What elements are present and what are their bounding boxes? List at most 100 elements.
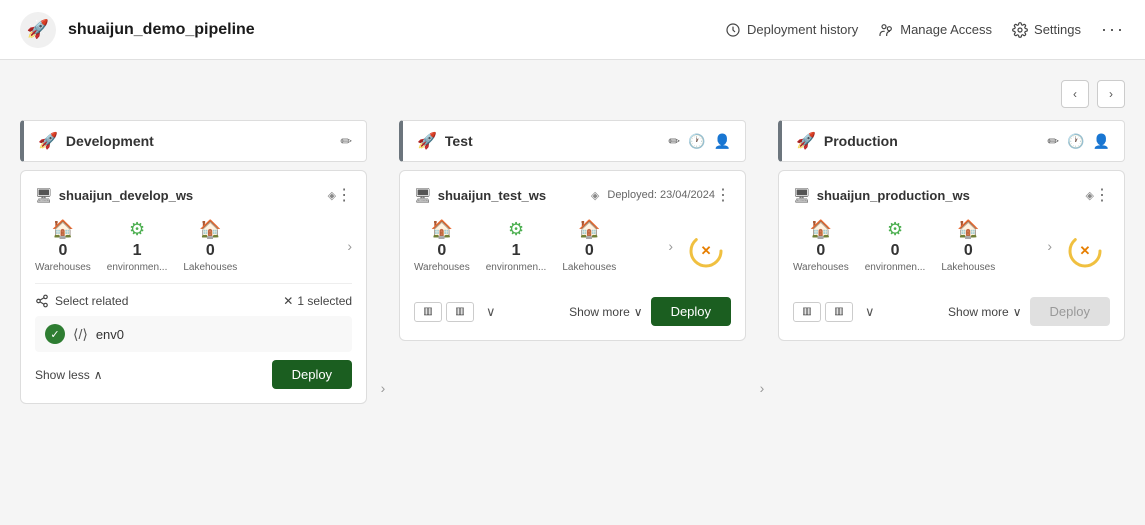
clock-icon [725,22,741,38]
develop-warehouses-stat: 🏠 0 Warehouses [35,219,91,273]
production-warehouses-stat: 🏠 0 Warehouses [793,219,849,273]
test-environments-count: 1 [512,242,521,260]
test-warehouse-icon: 🏠 [431,219,453,240]
develop-lakehouses-count: 0 [206,242,215,260]
deployment-history-button[interactable]: Deployment history [725,22,858,38]
test-diff-box-1: ▥ [414,302,442,322]
production-ws-header: 🖥 shuaijun_production_ws ◈ ⋮ [793,185,1110,205]
test-deploy-button[interactable]: Deploy [651,297,731,326]
test-ws-icon: 🖥 [414,187,432,204]
nav-row: ‹ › [20,80,1125,108]
test-lakehouses-stat: 🏠 0 Lakehouses [562,219,616,273]
develop-ws-more-button[interactable]: ⋮ [336,185,352,205]
test-x-icon: ✕ [701,243,712,259]
people-icon [878,22,894,38]
production-ws-more-button[interactable]: ⋮ [1094,185,1110,205]
settings-button[interactable]: Settings [1012,22,1081,38]
development-stage-header: 🚀 Development ✏ [20,120,367,162]
selected-count: ✕ 1 selected [283,294,352,308]
production-edit-icon[interactable]: ✏ [1047,133,1059,150]
test-stage-header: 🚀 Test ✏ 🕐 👤 [399,120,746,162]
test-warehouses-label: Warehouses [414,262,470,273]
development-stage-icon: 🚀 [38,131,58,151]
test-diff-chevron[interactable]: ∨ [486,304,496,320]
env0-code-icon: ⟨/⟩ [73,326,88,343]
test-people-icon[interactable]: 👤 [714,133,731,150]
test-ws-more-button[interactable]: ⋮ [715,185,731,205]
production-warehouses-count: 0 [816,242,825,260]
develop-deploy-button[interactable]: Deploy [272,360,352,389]
production-lakehouses-stat: 🏠 0 Lakehouses [941,219,995,273]
select-related-label: Select related [35,294,128,308]
test-warehouses-count: 0 [437,242,446,260]
production-deploy-button: Deploy [1030,297,1110,326]
test-stats-row: 🏠 0 Warehouses ⚙ 1 environmen... 🏠 0 [414,219,673,273]
test-warehouses-stat: 🏠 0 Warehouses [414,219,470,273]
more-options-button[interactable]: ··· [1101,19,1125,40]
test-ws-header: 🖥 shuaijun_test_ws ◈ Deployed: 23/04/202… [414,185,731,205]
header-actions: Deployment history Manage Access Setting… [725,19,1125,40]
test-show-more-button[interactable]: Show more ∨ [569,305,643,319]
develop-environments-icon: ⚙ [129,219,145,240]
select-related-section: Select related ✕ 1 selected ✓ ⟨/⟩ env0 [35,283,352,352]
test-lakehouses-count: 0 [585,242,594,260]
next-nav-button[interactable]: › [1097,80,1125,108]
production-diff-box-1: ▥ [793,302,821,322]
env0-item: ✓ ⟨/⟩ env0 [35,316,352,352]
production-environments-icon: ⚙ [887,219,903,240]
test-environments-label: environmen... [486,262,547,273]
production-column: 🚀 Production ✏ 🕐 👤 🖥 shuaijun_production… [778,120,1125,505]
develop-stats-arrow[interactable]: › [347,238,352,254]
production-show-more-button[interactable]: Show more ∨ [948,305,1022,319]
env0-name: env0 [96,327,124,342]
test-history-icon[interactable]: 🕐 [688,133,705,150]
test-stats-arrow[interactable]: › [668,238,673,254]
chevron-up-icon: ∧ [94,368,103,382]
develop-show-less-button[interactable]: Show less ∧ [35,368,103,382]
develop-environments-stat: ⚙ 1 environmen... [107,219,168,273]
close-selected-icon[interactable]: ✕ [283,294,293,308]
test-environments-stat: ⚙ 1 environmen... [486,219,547,273]
manage-access-label: Manage Access [900,22,992,37]
develop-lakehouses-icon: 🏠 [199,219,221,240]
production-stage-icon: 🚀 [796,131,816,151]
production-stage-actions: ✏ 🕐 👤 [1047,133,1110,150]
production-card-footer: ▥ ▥ ∨ Show more ∨ Deploy [793,297,1110,326]
production-history-icon[interactable]: 🕐 [1067,133,1084,150]
pipeline-columns: 🚀 Development ✏ 🖥 shuaijun_develop_ws ◈ … [20,120,1125,505]
test-spinner: ✕ [688,233,724,269]
production-diff-chevron[interactable]: ∨ [865,304,875,320]
develop-workspace-card: 🖥 shuaijun_develop_ws ◈ ⋮ 🏠 0 Warehouses… [20,170,367,404]
develop-warehouse-icon: 🏠 [52,219,74,240]
test-workspace-card: 🖥 shuaijun_test_ws ◈ Deployed: 23/04/202… [399,170,746,341]
production-stats-row: 🏠 0 Warehouses ⚙ 0 environmen... 🏠 0 [793,219,1052,273]
select-related-header: Select related ✕ 1 selected [35,294,352,308]
manage-access-button[interactable]: Manage Access [878,22,992,38]
production-stats-arrow[interactable]: › [1047,238,1052,254]
production-spinner-area: ✕ [1060,233,1110,269]
develop-environments-count: 1 [133,242,142,260]
header: 🚀 shuaijun_demo_pipeline Deployment hist… [0,0,1145,60]
test-diff-icons: ▥ ▥ [414,302,474,322]
develop-ws-name: shuaijun_develop_ws [59,188,322,203]
production-warehouses-label: Warehouses [793,262,849,273]
test-ws-name: shuaijun_test_ws [438,188,585,203]
prev-nav-button[interactable]: ‹ [1061,80,1089,108]
production-workspace-card: 🖥 shuaijun_production_ws ◈ ⋮ 🏠 0 Warehou… [778,170,1125,341]
test-edit-icon[interactable]: ✏ [668,133,680,150]
test-prod-arrow: › [746,120,778,505]
production-diff-icons: ▥ ▥ [793,302,853,322]
test-deployed-date: Deployed: 23/04/2024 [607,189,715,201]
develop-warehouses-label: Warehouses [35,262,91,273]
production-stage-header: 🚀 Production ✏ 🕐 👤 [778,120,1125,162]
production-lakehouses-icon: 🏠 [957,219,979,240]
test-ws-diamond: ◈ [591,189,599,202]
test-environments-icon: ⚙ [508,219,524,240]
development-edit-icon[interactable]: ✏ [340,133,352,150]
test-stage-icon: 🚀 [417,131,437,151]
develop-ws-header: 🖥 shuaijun_develop_ws ◈ ⋮ [35,185,352,205]
test-column: 🚀 Test ✏ 🕐 👤 🖥 shuaijun_test_ws ◈ Deploy… [399,120,746,505]
production-people-icon[interactable]: 👤 [1093,133,1110,150]
env0-check-icon: ✓ [45,324,65,344]
develop-lakehouses-label: Lakehouses [183,262,237,273]
